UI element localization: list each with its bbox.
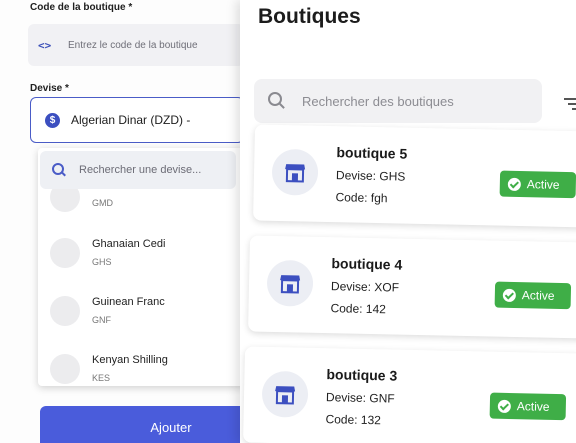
currency-avatar (50, 296, 80, 326)
search-icon (52, 163, 66, 177)
storefront-icon (271, 148, 319, 196)
currency-avatar (50, 238, 80, 268)
currency-name: Kenyan Shilling (92, 354, 168, 366)
boutique-name: boutique 3 (326, 366, 398, 384)
boutique-search-placeholder: Rechercher des boutiques (302, 93, 454, 109)
currency-code: GHS (92, 257, 112, 267)
status-label: Active (521, 288, 555, 303)
currency-code: KES (92, 373, 111, 383)
boutique-name: boutique 5 (336, 144, 408, 162)
search-icon (268, 92, 286, 110)
currency-code: GNF (92, 315, 111, 325)
currency-avatar (50, 354, 80, 384)
boutique-code: Code: fgh (335, 190, 388, 206)
code-label: Code de la boutique * (30, 2, 133, 13)
currency-dropdown: GMD Ghanaian Cedi GHS Guinean Franc GNF … (38, 148, 248, 386)
currency-option-ghs[interactable]: Ghanaian Cedi GHS (38, 228, 248, 280)
check-circle-icon (502, 288, 516, 302)
currency-name: Ghanaian Cedi (92, 238, 166, 250)
status-label: Active (516, 399, 550, 414)
code-placeholder: Entrez le code de la boutique (68, 39, 198, 51)
currency-name: Guinean Franc (92, 296, 165, 308)
boutique-card[interactable]: boutique 5 Devise: GHS Code: fgh Active (253, 124, 576, 228)
boutiques-panel: Boutiques Rechercher des boutiques bouti… (240, 0, 576, 443)
code-input[interactable]: <> Entrez le code de la boutique (28, 24, 244, 66)
storefront-icon (261, 370, 309, 418)
boutique-currency: Devise: XOF (330, 279, 400, 295)
boutique-name: boutique 4 (331, 255, 403, 273)
page-title: Boutiques (258, 5, 361, 28)
code-brackets-icon: <> (38, 38, 52, 52)
currency-option-kes[interactable]: Kenyan Shilling KES (38, 344, 248, 386)
boutique-code: Code: 142 (330, 301, 387, 317)
check-circle-icon (497, 399, 511, 413)
dollar-circle-icon: $ (45, 112, 60, 128)
boutique-search-input[interactable]: Rechercher des boutiques (254, 79, 542, 123)
boutique-currency: Devise: GHS (335, 168, 406, 184)
filter-icon[interactable] (564, 98, 576, 110)
status-badge: Active (489, 392, 567, 421)
currency-search-placeholder: Rechercher une devise... (79, 164, 202, 176)
boutique-code: Code: 132 (325, 412, 382, 428)
currency-label: Devise * (30, 83, 69, 94)
currency-search-input[interactable]: Rechercher une devise... (40, 151, 236, 189)
currency-code: GMD (92, 198, 113, 208)
currency-select[interactable]: $ Algerian Dinar (DZD) - (30, 97, 244, 143)
status-badge: Active (494, 281, 572, 310)
storefront-icon (266, 259, 314, 307)
status-label: Active (526, 177, 560, 192)
boutique-card[interactable]: boutique 4 Devise: XOF Code: 142 Active (248, 235, 576, 339)
boutique-card[interactable]: boutique 3 Devise: GNF Code: 132 Active (243, 346, 576, 443)
boutique-currency: Devise: GNF (325, 390, 395, 406)
add-button[interactable]: Ajouter (40, 406, 248, 443)
add-boutique-form: Code de la boutique * <> Entrez le code … (0, 0, 248, 443)
status-badge: Active (499, 170, 576, 199)
currency-option-gnf[interactable]: Guinean Franc GNF (38, 286, 248, 338)
check-circle-icon (507, 177, 521, 191)
currency-value: Algerian Dinar (DZD) - (71, 113, 191, 127)
